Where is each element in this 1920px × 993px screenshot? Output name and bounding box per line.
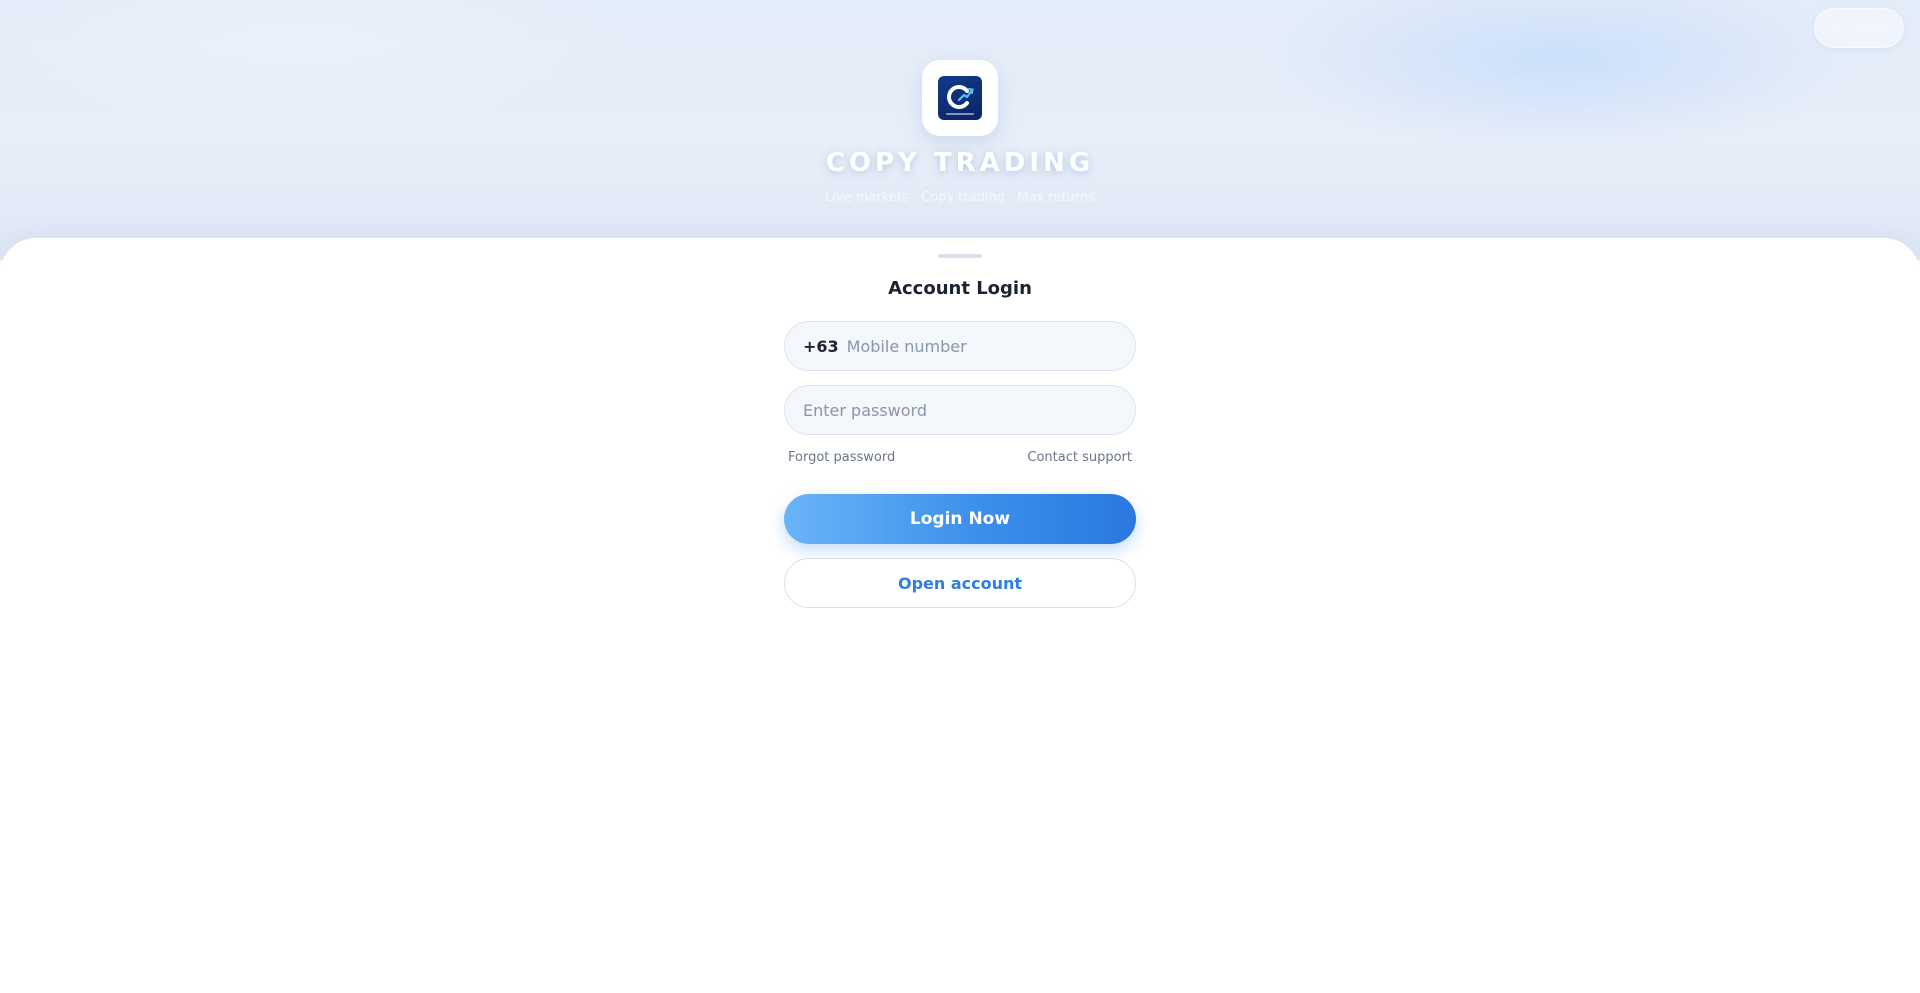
open-account-button[interactable]: Open account	[784, 558, 1136, 608]
brand-title: COPY TRADING	[825, 148, 1095, 178]
login-title: Account Login	[888, 278, 1032, 299]
mobile-field[interactable]: +63	[784, 321, 1136, 371]
forgot-password-link[interactable]: Forgot password	[788, 450, 895, 465]
hero-header: Language COPY TRADING Live markets · Cop…	[0, 0, 1920, 260]
password-field[interactable]	[784, 385, 1136, 435]
login-sheet: Account Login +63 Forgot password Contac…	[0, 238, 1920, 993]
brand-tagline: Live markets · Copy trading · Max return…	[825, 190, 1095, 205]
country-code[interactable]: +63	[803, 337, 839, 356]
logo-c-icon	[947, 84, 974, 109]
password-input[interactable]	[803, 400, 1117, 420]
mobile-input[interactable]	[846, 336, 1117, 356]
logo-wordmark-line	[946, 112, 974, 115]
logo-mark	[938, 76, 982, 120]
sheet-grabber	[938, 254, 982, 258]
contact-support-link[interactable]: Contact support	[1027, 450, 1132, 465]
app-logo	[922, 60, 998, 136]
language-button[interactable]: Language	[1814, 8, 1904, 48]
login-button[interactable]: Login Now	[784, 494, 1136, 544]
